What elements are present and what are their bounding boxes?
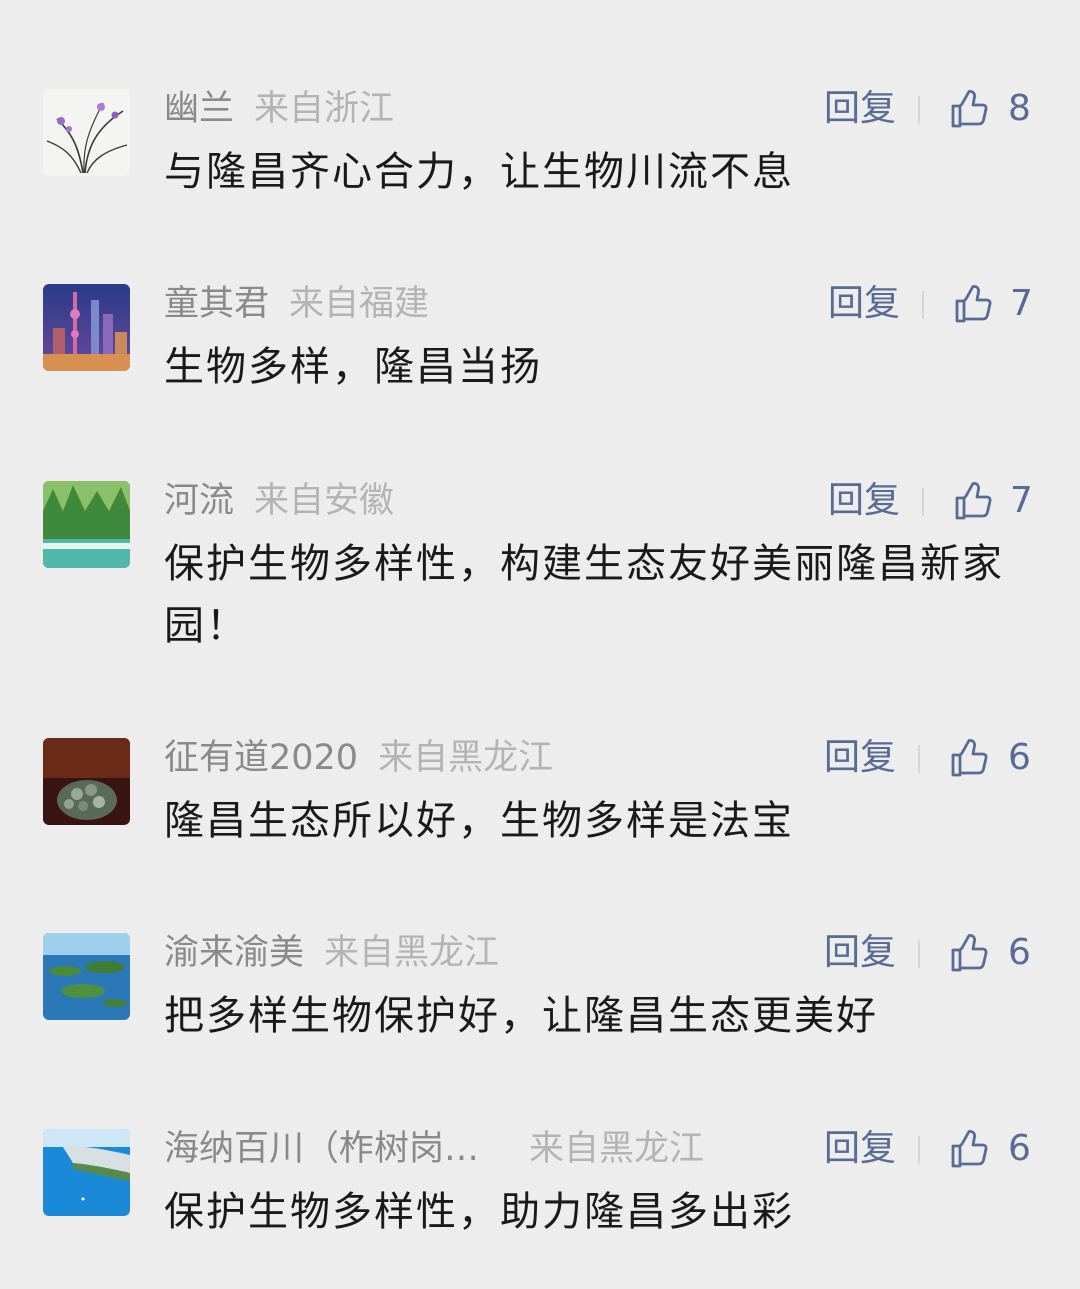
lake-islands-avatar[interactable] xyxy=(43,933,130,1020)
thumbs-up-icon[interactable] xyxy=(948,88,990,130)
region-label: 来自浙江 xyxy=(254,89,395,129)
like-count: 6 xyxy=(1008,932,1031,973)
divider xyxy=(918,96,920,124)
thumbs-up-icon[interactable] xyxy=(948,737,990,779)
thumbs-up-icon[interactable] xyxy=(948,932,990,974)
region-label: 来自福建 xyxy=(289,284,430,324)
comment-text: 隆昌生态所以好，生物多样是法宝 xyxy=(164,798,794,844)
comment-meta: 幽兰 来自浙江 xyxy=(164,89,394,129)
reply-button[interactable]: 回复 xyxy=(828,481,900,521)
region-label: 来自安徽 xyxy=(254,481,395,521)
thumbs-up-icon[interactable] xyxy=(948,1128,990,1170)
like-count: 7 xyxy=(1010,283,1033,324)
thumbs-up-icon[interactable] xyxy=(952,283,994,325)
comment-meta: 征有道2020 来自黑龙江 xyxy=(164,738,553,778)
comment-text: 生物多样，隆昌当扬 xyxy=(164,344,542,390)
region-label: 来自黑龙江 xyxy=(378,738,554,778)
like-count: 6 xyxy=(1008,1128,1031,1169)
region-label: 来自黑龙江 xyxy=(324,933,500,973)
region-label: 来自黑龙江 xyxy=(529,1129,705,1169)
reply-button[interactable]: 回复 xyxy=(824,738,896,778)
like-count: 8 xyxy=(1008,88,1031,129)
comment-meta: 渝来渝美 来自黑龙江 xyxy=(164,933,499,973)
nickname[interactable]: 征有道2020 xyxy=(164,738,358,778)
comment-text: 把多样生物保护好，让隆昌生态更美好 xyxy=(164,993,878,1039)
orchid-avatar[interactable] xyxy=(43,89,130,176)
sea-cliff-avatar[interactable] xyxy=(43,1129,130,1216)
divider xyxy=(918,940,920,968)
forest-waterfall-avatar[interactable] xyxy=(43,481,130,568)
thumbs-up-icon[interactable] xyxy=(952,480,994,522)
divider xyxy=(918,1136,920,1164)
reply-button[interactable]: 回复 xyxy=(824,933,896,973)
comment-text: 与隆昌齐心合力，让生物川流不息 xyxy=(164,149,794,195)
comment-list: 幽兰 来自浙江 回复 8 与隆昌齐心合力，让生物川流不息 童其君 来自福建 回复… xyxy=(0,0,1080,1289)
reply-button[interactable]: 回复 xyxy=(828,284,900,324)
nickname[interactable]: 海纳百川（柞树岗… xyxy=(164,1129,479,1169)
reply-button[interactable]: 回复 xyxy=(824,1129,896,1169)
comment-meta: 海纳百川（柞树岗… 来自黑龙江 xyxy=(164,1129,704,1169)
nickname[interactable]: 幽兰 xyxy=(164,89,234,129)
like-count: 7 xyxy=(1010,480,1033,521)
like-count: 6 xyxy=(1008,737,1031,778)
city-skyline-avatar[interactable] xyxy=(43,284,130,371)
succulent-avatar[interactable] xyxy=(43,738,130,825)
comment-text: 保护生物多样性，构建生态友好美丽隆昌新家园！ xyxy=(164,541,1004,649)
comment-text: 保护生物多样性，助力隆昌多出彩 xyxy=(164,1189,794,1235)
reply-button[interactable]: 回复 xyxy=(824,89,896,129)
nickname[interactable]: 童其君 xyxy=(164,284,269,324)
divider xyxy=(922,488,924,516)
comment-meta: 河流 来自安徽 xyxy=(164,481,394,521)
divider xyxy=(918,745,920,773)
divider xyxy=(922,291,924,319)
nickname[interactable]: 渝来渝美 xyxy=(164,933,304,973)
nickname[interactable]: 河流 xyxy=(164,481,234,521)
comment-meta: 童其君 来自福建 xyxy=(164,284,429,324)
